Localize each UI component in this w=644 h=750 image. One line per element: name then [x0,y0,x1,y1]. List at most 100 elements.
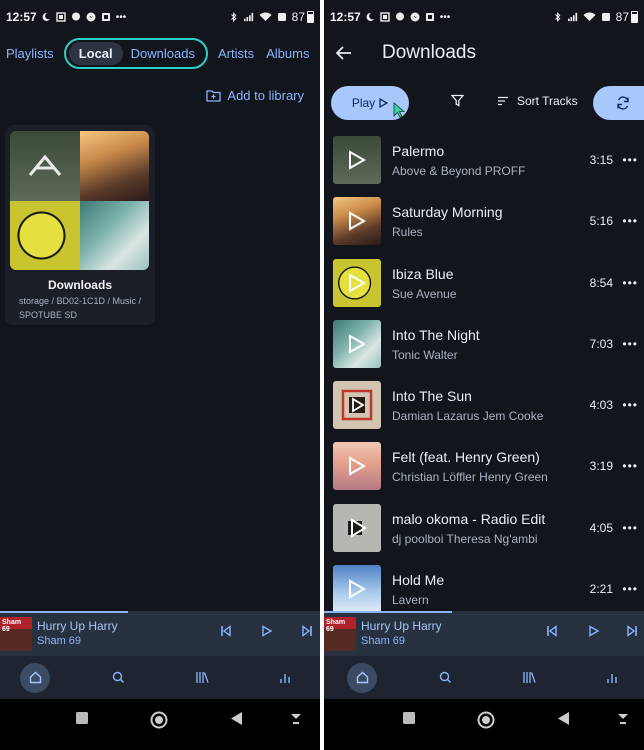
nav-home[interactable] [20,656,50,699]
play-icon[interactable] [346,517,368,539]
nav-library[interactable] [519,656,539,699]
tab-albums[interactable]: Albums [260,46,315,61]
track-title: Hold Me [392,572,445,589]
recents-button[interactable] [403,712,415,724]
play-icon[interactable] [348,579,366,599]
folder-card-downloads[interactable]: Downloads storage / BD02-1C1D / Music / … [5,125,155,325]
recents-button[interactable] [76,712,88,724]
skip-next-icon[interactable] [301,625,313,637]
local-downloads-tab-group: Local Downloads [63,37,208,69]
play-icon[interactable] [588,625,600,637]
nav-stats[interactable] [602,656,622,699]
more-options-icon[interactable]: ••• [622,214,638,228]
add-to-library-button[interactable]: Add to library [206,88,304,103]
status-bar: 12:57 ••• 87 [324,0,644,34]
back-button[interactable] [324,46,364,60]
player-track-artist: Sham 69 [37,635,82,647]
library-tabs: Playlists Local Downloads Artists Albums [0,37,320,69]
back-button[interactable] [231,712,243,725]
tab-downloads[interactable]: Downloads [123,42,203,65]
search-icon [112,671,124,683]
track-actions: Play Sort Tracks [331,86,644,120]
track-duration: 3:15 [589,153,613,167]
track-row[interactable]: Ibiza Blue Sue Avenue 8:54 ••• [324,254,644,315]
filter-button[interactable] [450,94,465,112]
more-options-icon[interactable]: ••• [622,337,638,351]
track-row[interactable]: Palermo Above & Beyond PROFF 3:15 ••• [324,131,644,192]
home-button[interactable] [477,711,495,729]
play-icon[interactable] [348,456,366,477]
mini-player[interactable]: Sham 69 Hurry Up Harry Sham 69 [324,611,644,656]
track-artist: Above & Beyond PROFF [392,164,526,178]
bluetooth-icon [230,12,237,22]
skip-previous-icon[interactable] [220,625,232,637]
play-icon[interactable] [340,388,374,422]
bottom-navigation [0,656,320,699]
cover-above-beyond [10,131,80,201]
track-cover [333,503,381,552]
cover-saturday-morning [79,131,149,201]
play-icon[interactable] [261,625,273,637]
nav-search[interactable] [435,656,455,699]
track-row[interactable]: Felt (feat. Henry Green) Christian Löffl… [324,437,644,498]
tab-artists[interactable]: Artists [212,46,260,61]
nav-search[interactable] [108,656,128,699]
bluetooth-icon [554,12,561,22]
airplane-icon [277,13,286,21]
library-icon [523,672,536,683]
more-options-icon[interactable]: ••• [622,582,638,596]
track-duration: 3:19 [589,459,613,474]
back-button[interactable] [558,712,570,725]
track-cover [333,197,381,246]
track-row[interactable]: Saturday Morning Rules 5:16 ••• [324,192,644,253]
play-icon[interactable] [348,150,366,170]
home-button[interactable] [150,711,168,729]
more-options-icon[interactable]: ••• [622,153,638,167]
nav-stats[interactable] [275,656,295,699]
sort-tracks-button[interactable]: Sort Tracks [497,94,578,108]
moon-icon [366,12,374,21]
track-title: malo okoma - Radio Edit [392,510,546,527]
track-cover [333,319,381,368]
track-row[interactable]: Hold Me Lavern 2:21 ••• [324,560,644,611]
sort-tracks-label: Sort Tracks [517,94,578,108]
local-library-screen: 12:57 ••• 87 Playlists Local Downloads A… [0,0,320,750]
home-icon [356,671,368,684]
nav-library[interactable] [192,656,212,699]
playback-progress[interactable] [324,611,452,613]
messenger-icon [410,12,420,22]
track-artist: Rules [392,225,423,240]
mini-player[interactable]: Sham 69 Hurry Up Harry Sham 69 [0,611,320,656]
hide-keyboard-button[interactable] [290,712,302,725]
track-artist: Sue Avenue [392,286,457,301]
tab-playlists[interactable]: Playlists [0,46,60,61]
track-row[interactable]: Into The Night Tonic Walter 7:03 ••• [324,315,644,376]
track-duration: 7:03 [589,336,613,351]
play-icon[interactable] [348,211,366,232]
hide-keyboard-button[interactable] [617,712,629,725]
track-row[interactable]: Into The Sun Damian Lazarus Jem Cooke 4:… [324,376,644,437]
tab-local[interactable]: Local [68,41,123,65]
search-icon [439,671,451,683]
track-row[interactable]: malo okoma - Radio Edit dj poolboi There… [324,499,644,560]
more-options-icon[interactable]: ••• [622,459,638,473]
track-duration: 5:16 [589,214,613,229]
arrow-left-icon [336,46,351,60]
skip-next-icon[interactable] [626,625,638,637]
more-options-icon[interactable]: ••• [622,398,638,412]
track-title: Felt (feat. Henry Green) [392,449,540,466]
add-to-library-label: Add to library [227,88,304,103]
status-time: 12:57 [330,10,361,24]
refresh-button[interactable] [593,86,644,120]
more-options-icon[interactable]: ••• [622,276,638,290]
nav-home[interactable] [347,656,377,699]
folder-path: storage / BD02-1C1D / Music / SPOTUBE SD [19,296,142,320]
more-notifications-icon: ••• [439,11,451,23]
folder-cover-collage [10,131,149,270]
playback-progress[interactable] [0,611,128,613]
play-icon[interactable] [348,272,366,293]
more-options-icon[interactable]: ••• [622,521,638,535]
skip-previous-icon[interactable] [546,625,558,637]
play-icon[interactable] [348,334,366,354]
messenger-icon [86,12,96,22]
